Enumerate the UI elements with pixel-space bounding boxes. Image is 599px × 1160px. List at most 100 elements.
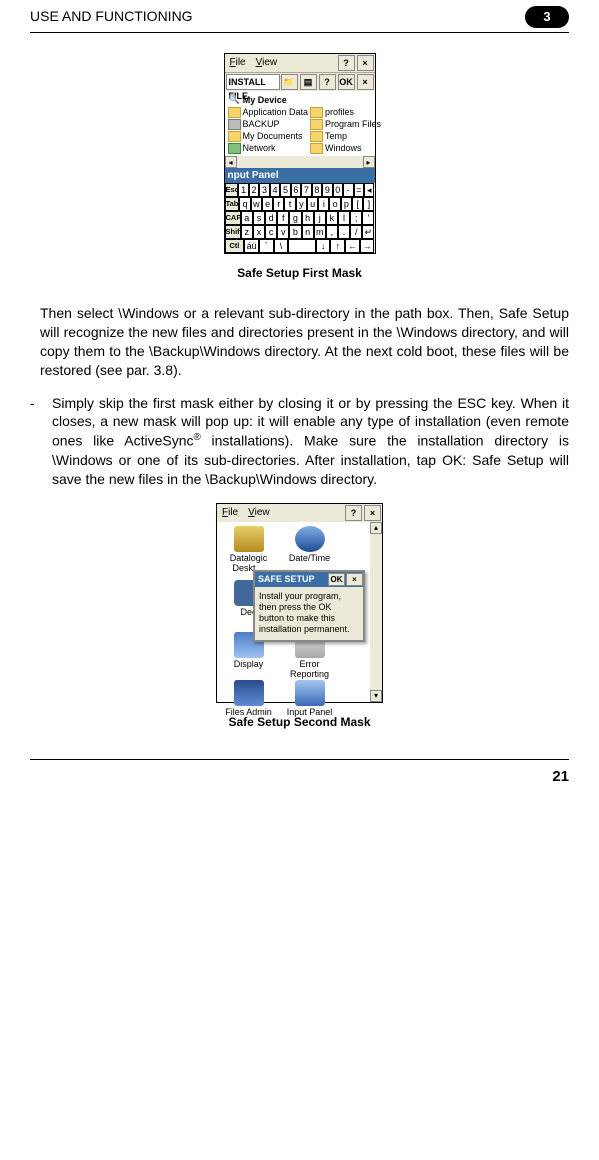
control-panel-item[interactable]: Datalogic Deskt… xyxy=(221,526,276,573)
key[interactable]: 1 xyxy=(238,183,248,197)
key[interactable]: 3 xyxy=(259,183,269,197)
key[interactable]: h xyxy=(302,211,314,225)
close-button[interactable]: × xyxy=(364,505,381,521)
key[interactable]: g xyxy=(289,211,301,225)
scroll-left-icon[interactable]: ◂ xyxy=(225,156,237,168)
help-button-2[interactable]: ? xyxy=(319,74,336,90)
key[interactable]: k xyxy=(326,211,338,225)
folder-item[interactable]: My Documents xyxy=(227,130,310,142)
key[interactable]: ; xyxy=(350,211,362,225)
key[interactable]: 9 xyxy=(322,183,332,197)
key[interactable]: = xyxy=(354,183,364,197)
vertical-scrollbar[interactable]: ▴ ▾ xyxy=(370,522,382,702)
key[interactable]: n xyxy=(302,225,314,239)
menu-file[interactable]: File xyxy=(217,504,243,522)
key[interactable]: j xyxy=(314,211,326,225)
key[interactable]: ] xyxy=(363,197,374,211)
key[interactable]: [ xyxy=(352,197,363,211)
folder-item[interactable]: Program Files xyxy=(309,118,382,130)
key[interactable]: z xyxy=(241,225,253,239)
key[interactable]: s xyxy=(253,211,265,225)
scroll-up-icon[interactable]: ▴ xyxy=(370,522,382,534)
up-folder-icon[interactable]: 📁 xyxy=(281,74,298,90)
onscreen-keyboard[interactable]: Esc 1 2 3 4 5 6 7 8 9 0 - = ◂ Tab xyxy=(225,183,375,253)
folder-item[interactable]: Windows xyxy=(309,142,382,154)
key[interactable]: 5 xyxy=(280,183,290,197)
folder-item[interactable]: profiles xyxy=(309,106,382,118)
key[interactable]: l xyxy=(338,211,350,225)
key[interactable]: 6 xyxy=(291,183,301,197)
key[interactable]: q xyxy=(239,197,250,211)
key-tab[interactable]: Tab xyxy=(225,197,240,211)
list-icon[interactable]: ▤ xyxy=(300,74,317,90)
help-button[interactable]: ? xyxy=(338,55,355,71)
key-shift[interactable]: Shift xyxy=(225,225,241,239)
key[interactable]: i xyxy=(318,197,329,211)
key[interactable]: y xyxy=(296,197,307,211)
folder-item[interactable]: Application Data xyxy=(227,106,310,118)
menu-view[interactable]: View xyxy=(251,54,283,72)
key[interactable]: c xyxy=(265,225,277,239)
key[interactable]: f xyxy=(277,211,289,225)
control-panel-item[interactable]: Date/Time xyxy=(282,526,337,563)
key-right[interactable]: → xyxy=(360,239,375,253)
key[interactable]: v xyxy=(277,225,289,239)
key-space[interactable] xyxy=(288,239,315,253)
key-caps[interactable]: CAP xyxy=(225,211,241,225)
key[interactable]: / xyxy=(350,225,362,239)
key[interactable]: 0 xyxy=(333,183,343,197)
dialog-close-button[interactable]: × xyxy=(346,573,363,586)
key[interactable]: e xyxy=(262,197,273,211)
menu-view[interactable]: View xyxy=(243,504,275,522)
path-box[interactable]: INSTALL FILE xyxy=(226,74,280,90)
key[interactable]: . xyxy=(338,225,350,239)
close-button[interactable]: × xyxy=(357,55,374,71)
ok-button[interactable]: OK xyxy=(338,74,355,90)
key[interactable]: b xyxy=(289,225,301,239)
key[interactable]: w xyxy=(251,197,262,211)
control-panel-item[interactable]: Files Admin xyxy=(221,680,276,717)
menu-file[interactable]: File xyxy=(225,54,251,72)
key[interactable]: u xyxy=(307,197,318,211)
key[interactable]: - xyxy=(343,183,353,197)
key[interactable]: 7 xyxy=(301,183,311,197)
folder-item[interactable]: BACKUP xyxy=(227,118,310,130)
key-enter[interactable]: ↵ xyxy=(362,225,374,239)
key[interactable]: 2 xyxy=(249,183,259,197)
key-up[interactable]: ↑ xyxy=(330,239,345,253)
key[interactable]: p xyxy=(341,197,352,211)
help-button[interactable]: ? xyxy=(345,505,362,521)
scroll-right-icon[interactable]: ▸ xyxy=(363,156,375,168)
control-panel-item[interactable]: Input Panel xyxy=(282,680,337,717)
clock-icon xyxy=(295,526,325,552)
scroll-down-icon[interactable]: ▾ xyxy=(370,690,382,702)
key[interactable]: \ xyxy=(274,239,289,253)
key[interactable]: x xyxy=(253,225,265,239)
folder-item[interactable]: Temp xyxy=(309,130,382,142)
key[interactable]: ` xyxy=(259,239,274,253)
close-button-2[interactable]: × xyxy=(357,74,374,90)
key[interactable]: o xyxy=(329,197,340,211)
key[interactable]: 8 xyxy=(312,183,322,197)
dialog-ok-button[interactable]: OK xyxy=(328,573,345,586)
figure-2: File View ? × Datalogic Deskt… Date/Time xyxy=(30,503,569,703)
key-left[interactable]: ← xyxy=(345,239,360,253)
key-backspace[interactable]: ◂ xyxy=(364,183,374,197)
key-down[interactable]: ↓ xyxy=(316,239,331,253)
horizontal-scrollbar[interactable]: ◂ ▸ xyxy=(225,156,375,168)
file-browser: 🔍 My Device Application Data BACKUP My D… xyxy=(225,91,375,156)
key[interactable]: m xyxy=(314,225,326,239)
folder-item[interactable]: Network xyxy=(227,142,310,154)
key[interactable]: t xyxy=(284,197,295,211)
key[interactable]: 4 xyxy=(270,183,280,197)
current-location[interactable]: 🔍 My Device xyxy=(227,93,373,106)
key-esc[interactable]: Esc xyxy=(225,183,239,197)
key[interactable]: d xyxy=(265,211,277,225)
key-ctl[interactable]: Ctl xyxy=(225,239,245,253)
key-intl[interactable]: áü xyxy=(244,239,259,253)
folder-icon xyxy=(310,107,323,118)
key[interactable]: a xyxy=(241,211,253,225)
key[interactable]: r xyxy=(273,197,284,211)
key[interactable]: ' xyxy=(362,211,374,225)
key[interactable]: , xyxy=(326,225,338,239)
